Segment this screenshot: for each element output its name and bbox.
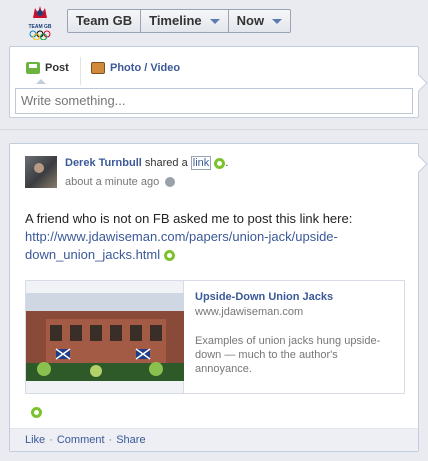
team-gb-button[interactable]: Team GB: [68, 10, 142, 32]
headline-period: .: [225, 157, 229, 169]
tab-photo-label: Photo / Video: [110, 62, 181, 74]
story-card: Derek Turnbull shared a link . about a m…: [9, 143, 428, 452]
timeline-nav: Team GB Timeline Now: [67, 9, 292, 33]
attachment-thumbnail[interactable]: [26, 281, 184, 393]
actor-name[interactable]: Derek Turnbull: [65, 157, 142, 169]
tab-post-label: Post: [45, 62, 69, 74]
avatar[interactable]: [25, 156, 57, 188]
ring-icon[interactable]: [31, 407, 42, 418]
post-icon: [26, 62, 40, 74]
story-message: A friend who is not on FB asked me to po…: [25, 210, 410, 264]
timeline-divider: [0, 129, 428, 130]
status-input[interactable]: Write something...: [15, 88, 413, 114]
timeline-pointer: [410, 155, 428, 173]
shared-link[interactable]: link: [190, 156, 212, 170]
now-dropdown[interactable]: Now: [229, 10, 290, 32]
now-label: Now: [236, 13, 265, 28]
story-actions: Like · Comment · Share: [10, 428, 418, 451]
message-url[interactable]: http://www.jdawiseman.com/papers/union-j…: [25, 229, 338, 262]
action-separator: ·: [108, 434, 113, 446]
shared-verb: shared a: [144, 157, 188, 169]
attachment-title[interactable]: Upside-Down Union Jacks: [195, 291, 333, 303]
timeline-label: Timeline: [149, 13, 202, 28]
timeline-dropdown[interactable]: Timeline: [141, 10, 229, 32]
chevron-down-icon: [272, 18, 283, 24]
attachment-domain: www.jdawiseman.com: [195, 306, 304, 318]
tab-divider: [80, 57, 81, 85]
link-attachment[interactable]: Upside-Down Union Jacks www.jdawiseman.c…: [25, 280, 405, 394]
story-headline: Derek Turnbull shared a link .: [65, 156, 229, 170]
chevron-down-icon: [209, 18, 220, 24]
like-link[interactable]: Like: [25, 434, 45, 446]
timeline-pointer: [410, 74, 428, 92]
comment-link[interactable]: Comment: [57, 434, 105, 446]
team-gb-logo[interactable]: TEAM GB: [25, 4, 55, 40]
photo-icon: [91, 62, 105, 74]
tab-photo-video[interactable]: Photo / Video: [91, 62, 180, 74]
timestamp[interactable]: about a minute ago: [65, 176, 159, 188]
top-header: TEAM GB Team GB Timeline Now: [0, 0, 428, 44]
composer: Post Photo / Video Write something...: [9, 46, 428, 118]
ring-icon[interactable]: [163, 250, 175, 262]
globe-icon[interactable]: [165, 177, 176, 187]
ring-icon[interactable]: [214, 157, 226, 169]
team-gb-label: Team GB: [76, 13, 133, 28]
tab-post[interactable]: Post: [26, 62, 69, 84]
story-timestamp: about a minute ago: [65, 176, 176, 188]
share-link[interactable]: Share: [116, 434, 145, 446]
action-separator: ·: [49, 434, 53, 446]
attachment-description: Examples of union jacks hung upside-down…: [195, 335, 381, 375]
message-text: A friend who is not on FB asked me to po…: [25, 211, 353, 226]
